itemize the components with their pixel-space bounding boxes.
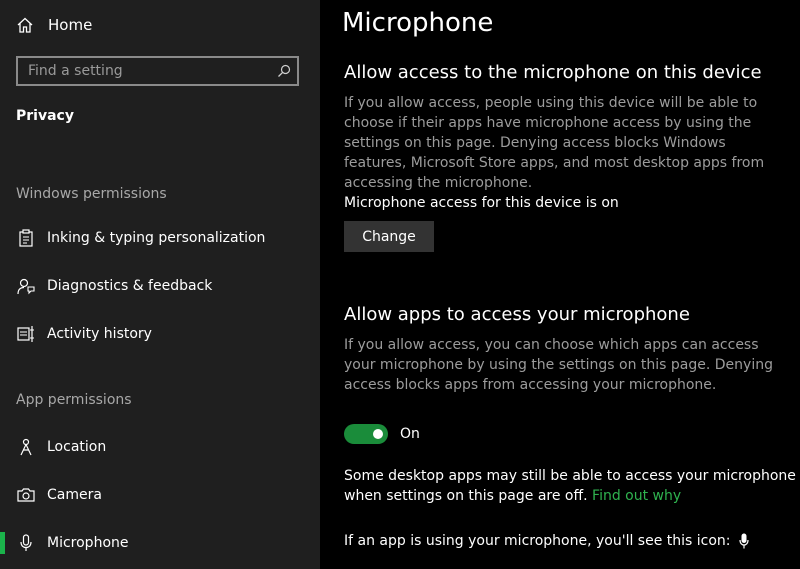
microphone-icon-note: If an app is using your microphone, you'… [344, 531, 749, 551]
sidebar-item-home[interactable]: Home [16, 12, 92, 38]
clipboard-icon [16, 228, 36, 248]
microphone-icon [738, 533, 749, 549]
apps-access-heading: Allow apps to access your microphone [344, 304, 690, 325]
main-content: Microphone Allow access to the microphon… [320, 0, 800, 569]
apps-access-toggle-row: On [344, 424, 420, 444]
device-access-heading: Allow access to the microphone on this d… [344, 62, 762, 83]
microphone-icon-note-text: If an app is using your microphone, you'… [344, 533, 731, 549]
group-header-windows-permissions: Windows permissions [16, 186, 167, 202]
sidebar-item-label: Microphone [47, 535, 129, 551]
search-input[interactable] [18, 58, 271, 84]
sidebar-item-label: Activity history [47, 326, 152, 342]
device-access-description: If you allow access, people using this d… [344, 95, 765, 191]
device-access-status: Microphone access for this device is on [344, 195, 619, 211]
camera-icon [16, 485, 36, 505]
timeline-icon [16, 324, 36, 344]
apps-access-toggle[interactable] [344, 424, 388, 444]
group-header-app-permissions: App permissions [16, 392, 132, 408]
apps-access-description: If you allow access, you can choose whic… [344, 337, 773, 393]
sidebar-item-label: Location [47, 439, 107, 455]
sidebar-section-title: Privacy [16, 108, 74, 124]
search-box[interactable] [16, 56, 299, 86]
desktop-apps-note-line2: when settings on this page are off. [344, 488, 588, 504]
sidebar-item-microphone[interactable]: Microphone [0, 525, 320, 561]
sidebar-item-label: Camera [47, 487, 102, 503]
desktop-apps-note-line1: Some desktop apps may still be able to a… [344, 468, 796, 484]
home-label: Home [48, 16, 93, 34]
sidebar-item-location[interactable]: Location [0, 429, 320, 465]
sidebar-item-camera[interactable]: Camera [0, 477, 320, 513]
change-button[interactable]: Change [344, 221, 434, 252]
home-icon [17, 17, 33, 33]
find-out-why-link[interactable]: Find out why [592, 488, 681, 504]
toggle-knob [373, 429, 383, 439]
person-location-icon [16, 437, 36, 457]
sidebar-item-label: Diagnostics & feedback [47, 278, 213, 294]
sidebar: Home Privacy Windows permissions Inking … [0, 0, 320, 569]
desktop-apps-note: Some desktop apps may still be able to a… [344, 466, 796, 506]
microphone-icon [16, 533, 36, 553]
person-feedback-icon [16, 276, 36, 296]
search-icon[interactable] [271, 64, 297, 78]
sidebar-item-inking-typing[interactable]: Inking & typing personalization [0, 220, 320, 256]
toggle-state-label: On [400, 426, 420, 442]
page-title: Microphone [342, 8, 494, 38]
sidebar-item-diagnostics-feedback[interactable]: Diagnostics & feedback [0, 268, 320, 304]
sidebar-item-activity-history[interactable]: Activity history [0, 316, 320, 352]
sidebar-item-label: Inking & typing personalization [47, 230, 266, 246]
